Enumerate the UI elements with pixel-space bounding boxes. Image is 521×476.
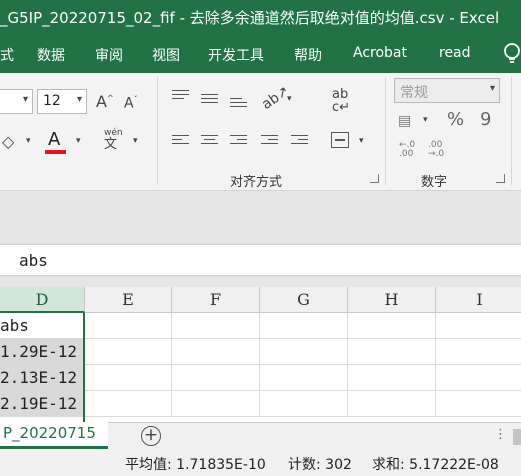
menu-data[interactable]: 数据 — [37, 45, 65, 65]
cell[interactable] — [260, 365, 348, 391]
menu-review[interactable]: 审阅 — [95, 45, 123, 65]
increase-decimal-icon[interactable]: ←.0.00 — [399, 141, 415, 159]
alignment-launcher-icon[interactable] — [370, 174, 379, 183]
accounting-dropdown-icon[interactable]: ▾ — [423, 116, 428, 125]
bottom-align-icon[interactable] — [230, 98, 247, 110]
align-left-icon[interactable] — [172, 135, 189, 147]
cell[interactable] — [85, 365, 172, 391]
add-sheet-icon[interactable]: + — [141, 426, 161, 446]
cell[interactable] — [260, 339, 348, 365]
column-header-h[interactable]: H — [348, 287, 436, 313]
comma-icon[interactable]: 9 — [480, 111, 491, 129]
window-title: _G5IP_20220715_02_fif - 去除多余通道然后取绝对值的均值.… — [0, 9, 500, 27]
font-color-icon[interactable]: A — [48, 131, 60, 149]
decrease-font-icon[interactable]: Aˇ — [124, 96, 138, 111]
cell[interactable] — [436, 313, 521, 339]
merge-dropdown-icon[interactable]: ▾ — [359, 137, 364, 146]
cell[interactable] — [172, 365, 260, 391]
cell[interactable] — [172, 391, 260, 417]
ribbon-gap — [0, 191, 521, 244]
font-color-swatch — [45, 150, 66, 154]
cell[interactable] — [348, 339, 436, 365]
number-format-combo[interactable]: 常规 ▾ — [394, 78, 500, 103]
status-bar: 平均值: 1.71835E-10 计数: 302 求和: 5.17222E-08 — [0, 449, 521, 476]
status-sum: 求和: 5.17222E-08 — [372, 457, 499, 473]
number-format-value: 常规 — [400, 85, 428, 101]
cell[interactable] — [260, 391, 348, 417]
fill-color-dropdown-icon[interactable]: ▾ — [26, 137, 31, 146]
merge-icon[interactable] — [331, 132, 349, 148]
decrease-indent-icon[interactable] — [261, 135, 278, 147]
column-header-e[interactable]: E — [85, 287, 172, 313]
more-options-icon[interactable]: ⋮ — [494, 427, 507, 442]
phonetic-icon[interactable]: wén 文 — [104, 129, 123, 152]
horizontal-scrollbar[interactable] — [513, 429, 521, 445]
column-header-i[interactable]: I — [436, 287, 521, 313]
number-launcher-icon[interactable] — [496, 174, 505, 183]
cell[interactable] — [85, 391, 172, 417]
status-average: 平均值: 1.71835E-10 — [125, 457, 266, 473]
cell-d3[interactable]: 2.13E-12 — [0, 365, 85, 391]
formula-content: abs — [19, 251, 48, 270]
cell-d2[interactable]: 1.29E-12 — [0, 339, 85, 365]
increase-font-icon[interactable]: A^ — [96, 94, 114, 110]
cell[interactable] — [348, 391, 436, 417]
cell[interactable] — [172, 313, 260, 339]
cell[interactable] — [436, 365, 521, 391]
font-name-combo[interactable]: ▾ — [0, 89, 33, 114]
cell[interactable] — [348, 313, 436, 339]
font-size-combo[interactable]: 12 ▾ — [37, 89, 87, 114]
formula-bar[interactable]: abs — [0, 244, 521, 276]
increase-indent-icon[interactable] — [291, 135, 308, 147]
accounting-icon[interactable]: ▤ — [398, 114, 411, 128]
cell[interactable] — [436, 391, 521, 417]
sheet-tab-bar: P_20220715 + ⋮ — [0, 422, 521, 449]
top-align-icon[interactable] — [172, 90, 189, 102]
cell[interactable] — [436, 339, 521, 365]
cell[interactable] — [85, 339, 172, 365]
number-group-label: 数字 — [421, 175, 448, 190]
orientation-dropdown-icon[interactable]: ▾ — [287, 95, 292, 104]
cell[interactable] — [172, 339, 260, 365]
menu-bar: 式 数据 审阅 视图 开发工具 帮助 Acrobat read — [0, 33, 521, 73]
menu-acrobat[interactable]: Acrobat — [353, 45, 407, 61]
center-icon[interactable] — [201, 135, 218, 147]
alignment-group-label: 对齐方式 — [230, 175, 283, 190]
sheet-tab[interactable]: P_20220715 — [0, 422, 108, 449]
phonetic-dropdown-icon[interactable]: ▾ — [133, 137, 138, 146]
middle-align-icon[interactable] — [201, 94, 218, 106]
menu-read[interactable]: read — [439, 45, 471, 61]
decrease-decimal-icon[interactable]: .00 →.0 — [428, 141, 444, 159]
cell[interactable] — [348, 365, 436, 391]
column-header-d[interactable]: D — [0, 287, 85, 313]
column-header-row: D E F G H I — [0, 287, 521, 313]
menu-developer[interactable]: 开发工具 — [208, 45, 264, 65]
cell-d1[interactable]: abs — [0, 313, 85, 339]
menu-help[interactable]: 帮助 — [294, 45, 322, 65]
menu-formulas[interactable]: 式 — [0, 45, 14, 65]
fill-color-icon[interactable]: ◇ — [2, 134, 14, 150]
worksheet-grid[interactable]: D E F G H I abs 1.29E-12 2.13E-12 2.19E-… — [0, 287, 521, 422]
ribbon: ▾ 12 ▾ A^ Aˇ ◇ ▾ A ▾ wén 文 ▾ ab↗ ▾ ab c↵ ▾… — [0, 73, 521, 191]
lightbulb-icon[interactable] — [500, 41, 521, 67]
percent-icon[interactable]: % — [447, 111, 464, 129]
cell[interactable] — [260, 313, 348, 339]
font-color-dropdown-icon[interactable]: ▾ — [76, 137, 81, 146]
status-count: 计数: 302 — [288, 457, 352, 473]
align-right-icon[interactable] — [230, 135, 247, 147]
title-bar: _G5IP_20220715_02_fif - 去除多余通道然后取绝对值的均值.… — [0, 0, 521, 33]
column-header-f[interactable]: F — [172, 287, 260, 313]
font-size-value: 12 — [43, 93, 61, 109]
cell-d4[interactable]: 2.19E-12 — [0, 391, 85, 417]
menu-view[interactable]: 视图 — [152, 45, 180, 65]
column-header-g[interactable]: G — [260, 287, 348, 313]
cell[interactable] — [85, 313, 172, 339]
wrap-text-icon[interactable]: ab c↵ — [332, 88, 350, 114]
